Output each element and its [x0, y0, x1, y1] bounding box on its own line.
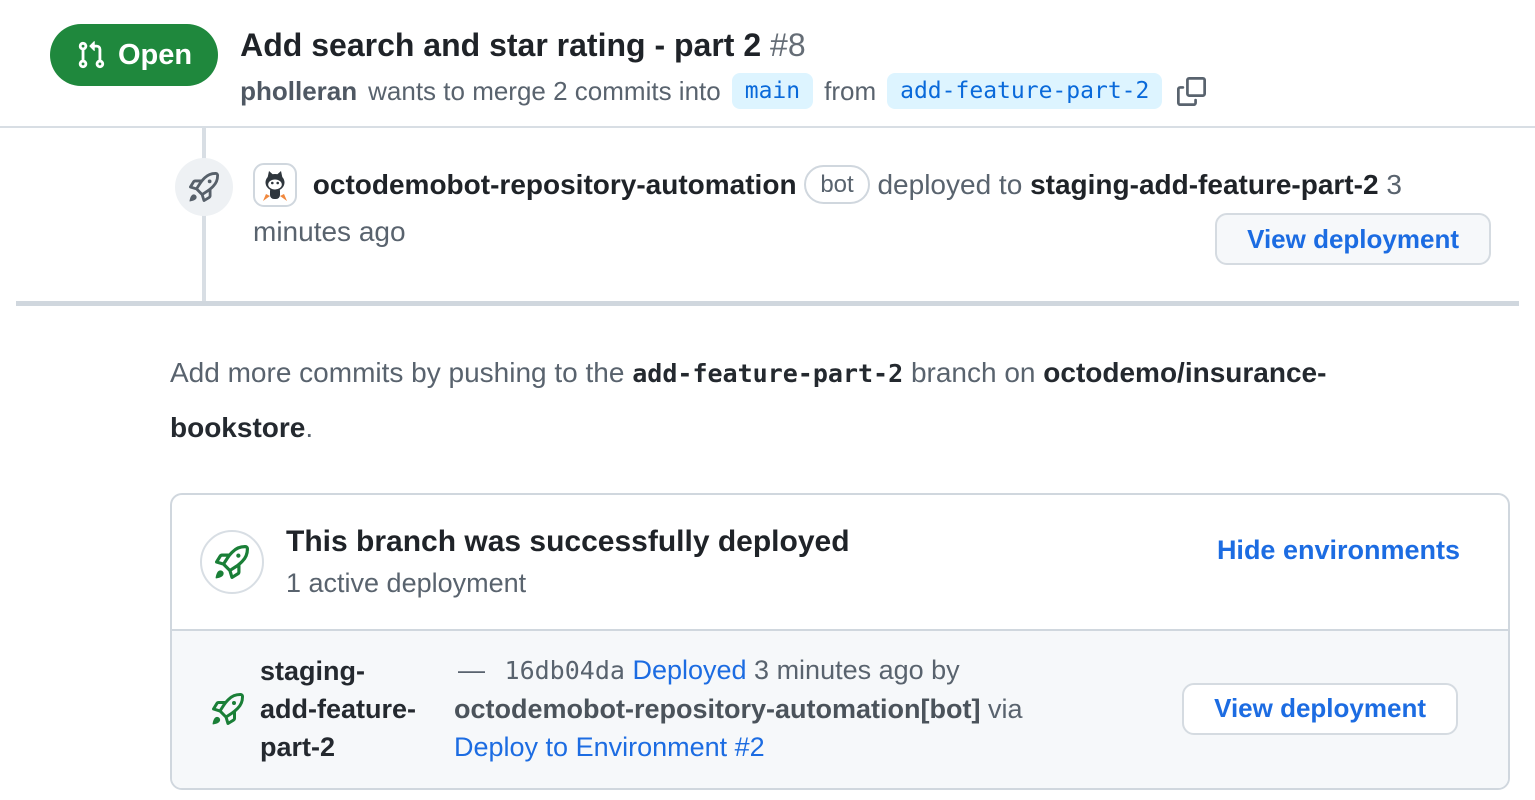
head-branch-label[interactable]: add-feature-part-2: [887, 73, 1162, 109]
deployment-dash: —: [458, 655, 485, 685]
event-action-text: deployed to: [877, 169, 1022, 200]
deploy-card-title: This branch was successfully deployed: [286, 525, 850, 559]
deployment-environment: staging- add-feature- part-2: [260, 652, 450, 766]
rocket-icon: [212, 693, 244, 725]
view-deployment-button[interactable]: View deployment: [1215, 213, 1491, 265]
push-note-prefix: Add more commits by pushing to the: [170, 357, 624, 388]
git-pull-request-icon: [76, 40, 106, 70]
deployment-workflow-link[interactable]: Deploy to Environment #2: [454, 732, 765, 762]
deployment-commit-sha: 16db04da: [505, 656, 625, 685]
deployment-actor: octodemobot-repository-automation[bot]: [454, 694, 980, 724]
deployment-detail: — 16db04da Deployed 3 minutes ago by oct…: [454, 651, 1102, 766]
push-note-suffix: .: [305, 412, 313, 443]
event-environment: staging-add-feature-part-2: [1030, 169, 1378, 200]
pr-status-label: Open: [118, 39, 192, 72]
timeline-event-badge: [175, 158, 233, 216]
push-note-branch: add-feature-part-2: [632, 359, 903, 388]
bot-badge: bot: [804, 165, 869, 204]
pr-author-link[interactable]: pholleran: [240, 76, 357, 107]
deployment-card-header: This branch was successfully deployed 1 …: [172, 495, 1508, 629]
deploy-head-text: This branch was successfully deployed 1 …: [286, 525, 850, 599]
push-note: Add more commits by pushing to the add-f…: [170, 346, 1370, 455]
section-divider: [16, 301, 1519, 306]
rocket-icon: [189, 172, 219, 202]
copy-icon: [1177, 77, 1206, 106]
deployed-status-link[interactable]: Deployed: [632, 655, 746, 685]
rocket-icon: [215, 545, 249, 579]
deployment-row: staging- add-feature- part-2 — 16db04da …: [172, 629, 1508, 788]
deploy-status-circle: [200, 530, 264, 594]
pr-title-block: Add search and star rating - part 2 #8 p…: [240, 24, 1206, 109]
pr-title-line: Add search and star rating - part 2 #8: [240, 26, 1206, 64]
view-deployment-button[interactable]: View deployment: [1182, 683, 1458, 735]
push-note-middle: branch on: [911, 357, 1036, 388]
pr-title: Add search and star rating - part 2: [240, 27, 761, 63]
pr-subtitle: pholleran wants to merge 2 commits into …: [240, 73, 1206, 109]
deployment-card: This branch was successfully deployed 1 …: [170, 493, 1510, 790]
event-actor-link[interactable]: octodemobot-repository-automation: [313, 169, 797, 200]
pr-merge-text: wants to merge 2 commits into: [368, 76, 721, 107]
pr-timeline: octodemobot-repository-automation bot de…: [0, 128, 1535, 301]
hide-environments-link[interactable]: Hide environments: [1217, 535, 1460, 566]
pr-status-badge: Open: [50, 24, 218, 86]
copy-branch-button[interactable]: [1177, 77, 1206, 106]
pr-header: Open Add search and star rating - part 2…: [0, 0, 1535, 128]
pr-number: #8: [770, 27, 806, 63]
pr-from-text: from: [824, 76, 876, 107]
deploy-card-subtitle: 1 active deployment: [286, 568, 850, 599]
deployment-time-by: 3 minutes ago by: [754, 655, 960, 685]
deployment-via: via: [988, 694, 1023, 724]
bot-avatar[interactable]: [253, 163, 297, 207]
base-branch-label[interactable]: main: [732, 73, 813, 109]
